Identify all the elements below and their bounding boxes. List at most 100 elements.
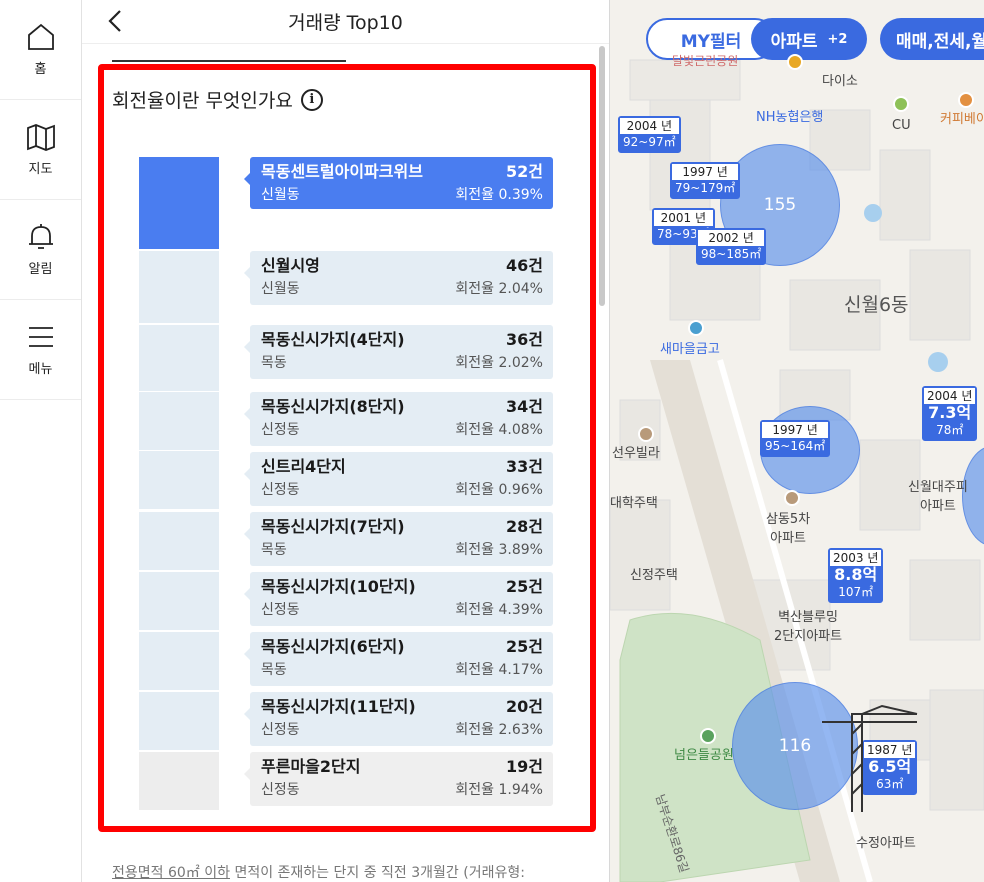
turnover-rate: 회전율 0.96% <box>455 482 543 498</box>
marker-area: 78㎡ <box>936 423 964 437</box>
map-label-apt: 신월대주피 아파트 <box>908 480 968 514</box>
ranking-bar <box>139 632 219 690</box>
info-icon[interactable]: i <box>300 88 323 111</box>
marker-year: 1997 년 <box>762 422 829 438</box>
nav-menu[interactable]: 메뉴 <box>0 300 81 400</box>
marker-price-box: 8.8억 107㎡ <box>830 565 882 601</box>
page-title: 거래량 Top10 <box>288 12 403 34</box>
price-marker[interactable]: 2003 년 8.8억 107㎡ <box>828 548 884 603</box>
map-area[interactable]: MY필터 아파트 +2 매매,전세,월 155 116 2004 년 92~97㎡ … <box>610 0 984 882</box>
cu-poi-icon[interactable] <box>893 96 909 112</box>
coffee-poi-icon[interactable] <box>958 92 974 108</box>
left-nav: 홈 지도 알림 메뉴 <box>0 0 82 882</box>
ranking-card[interactable]: 목동신시가지(6단지) 25건 목동 회전율 4.17% <box>244 632 553 686</box>
apartment-filter-button[interactable]: 아파트 +2 <box>751 18 867 60</box>
complex-name: 신트리4단지 <box>261 457 346 476</box>
apt-marker[interactable]: 1997 년 95~164㎡ <box>760 420 831 457</box>
daiso-poi-icon[interactable] <box>787 54 803 70</box>
ranking-card[interactable]: 푸른마을2단지 19건 신정동 회전율 1.94% <box>244 752 553 806</box>
trade-count: 46건 <box>506 256 543 275</box>
cluster-count: 155 <box>763 195 797 215</box>
dong-name: 신정동 <box>261 482 300 498</box>
nav-alert[interactable]: 알림 <box>0 200 81 300</box>
ranking-bar <box>139 325 219 391</box>
map-label-park: 넘은들공원 <box>674 748 734 763</box>
trade-count: 36건 <box>506 330 543 349</box>
dong-name: 신정동 <box>261 422 300 438</box>
tab-underline <box>112 60 346 62</box>
apt-marker[interactable]: 1997 년 79~179㎡ <box>670 162 741 199</box>
map-label-villa: 선우빌라 <box>612 446 660 461</box>
map-label-nh-bank: NH농협은행 <box>756 110 824 125</box>
footnote: 전용면적 60㎡ 이하 면적이 존재하는 단지 중 직전 3개월간 (거래유형: <box>112 862 525 882</box>
ranking-card[interactable]: 신월시영 46건 신월동 회전율 2.04% <box>244 251 553 305</box>
bank-poi-icon[interactable] <box>688 320 704 336</box>
ranking-bar <box>139 251 219 323</box>
complex-name: 신월시영 <box>261 256 320 275</box>
ranking-card[interactable]: 목동신시가지(11단지) 20건 신정동 회전율 2.63% <box>244 692 553 746</box>
nav-map[interactable]: 지도 <box>0 100 81 200</box>
map-label-apt: 삼동5차 아파트 <box>766 512 811 546</box>
ranking-bar <box>139 692 219 750</box>
ranking-card[interactable]: 목동센트럴아이파크위브 52건 신월동 회전율 0.39% <box>244 157 553 209</box>
top10-panel: 거래량 Top10 회전율이란 무엇인가요 i 목동센트럴아이파크위브 52건 신월… <box>82 0 610 882</box>
price-marker[interactable]: 2004 년 7.3억 78㎡ <box>922 386 978 441</box>
dong-name: 신월동 <box>261 187 300 203</box>
footnote-link[interactable]: 전용면적 60㎡ 이하 <box>112 865 230 881</box>
map-label-apt: 수정아파트 <box>856 836 916 851</box>
scrollbar[interactable] <box>599 46 605 306</box>
hamburger-icon <box>28 327 53 347</box>
panel-header: 거래량 Top10 <box>82 0 609 44</box>
turnover-rate: 회전율 2.04% <box>455 281 543 297</box>
map-label-daiso: 다이소 <box>822 74 858 89</box>
ranking-bar <box>139 157 219 249</box>
dong-name: 신정동 <box>261 782 300 798</box>
turnover-rate: 회전율 4.39% <box>455 602 543 618</box>
ranking-bar <box>139 752 219 810</box>
ranking-card[interactable]: 신트리4단지 33건신정동 회전율 0.96% <box>244 452 553 506</box>
trade-filter-label: 매매,전세,월 <box>896 31 984 52</box>
trade-count: 20건 <box>506 697 543 716</box>
complex-name: 푸른마을2단지 <box>261 757 361 776</box>
apt-marker[interactable]: 2002 년 98~185㎡ <box>696 228 767 265</box>
complex-name: 목동신시가지(7단지) <box>261 517 405 536</box>
trade-count: 33건 <box>506 457 543 476</box>
complex-name: 목동신시가지(6단지) <box>261 637 405 656</box>
marker-area: 98~185㎡ <box>698 246 765 263</box>
trade-filter-button[interactable]: 매매,전세,월 <box>880 18 984 60</box>
marker-price: 8.8억 <box>834 565 878 584</box>
apt-marker[interactable]: 2004 년 92~97㎡ <box>618 116 681 153</box>
ranking-card[interactable]: 목동신시가지(10단지) 25건 신정동 회전율 4.39% <box>244 572 553 626</box>
marker-area: 95~164㎡ <box>762 438 829 455</box>
map-label-dong: 신월6동 <box>844 294 909 316</box>
turnover-rate: 회전율 1.94% <box>455 782 543 798</box>
map-icon <box>26 124 55 151</box>
marker-year: 2004 년 <box>620 118 679 134</box>
complex-name: 목동신시가지(4단지) <box>261 330 405 349</box>
map-label-villa: 신정주택 <box>630 568 678 583</box>
trade-count: 34건 <box>506 397 543 416</box>
back-arrow-icon[interactable] <box>104 8 128 34</box>
map-label-cu: CU <box>892 118 911 133</box>
nav-home[interactable]: 홈 <box>0 0 81 100</box>
marker-area: 79~179㎡ <box>672 180 739 197</box>
dong-name: 목동 <box>261 355 287 371</box>
ranking-card[interactable]: 목동신시가지(8단지) 34건 신정동 회전율 4.08% <box>244 392 553 446</box>
park-poi-icon[interactable] <box>700 728 716 744</box>
turnover-rate: 회전율 2.63% <box>455 722 543 738</box>
footnote-text: 면적이 존재하는 단지 중 직전 3개월간 (거래유형: <box>230 865 525 881</box>
home-poi-icon[interactable] <box>784 490 800 506</box>
construction-crane-icon <box>822 704 918 812</box>
dong-name: 신정동 <box>261 722 300 738</box>
complex-name: 목동센트럴아이파크위브 <box>261 162 423 181</box>
ranking-card[interactable]: 목동신시가지(4단지) 36건 목동 회전율 2.02% <box>244 325 553 379</box>
trade-count: 25건 <box>506 577 543 596</box>
dong-name: 목동 <box>261 542 287 558</box>
marker-year: 2003 년 <box>830 550 882 566</box>
section-title-text: 회전율이란 무엇인가요 <box>112 90 293 112</box>
home-poi-icon[interactable] <box>638 426 654 442</box>
trade-count: 25건 <box>506 637 543 656</box>
marker-year: 2002 년 <box>698 230 765 246</box>
nav-map-label: 지도 <box>28 162 53 177</box>
ranking-card[interactable]: 목동신시가지(7단지) 28건 목동 회전율 3.89% <box>244 512 553 566</box>
